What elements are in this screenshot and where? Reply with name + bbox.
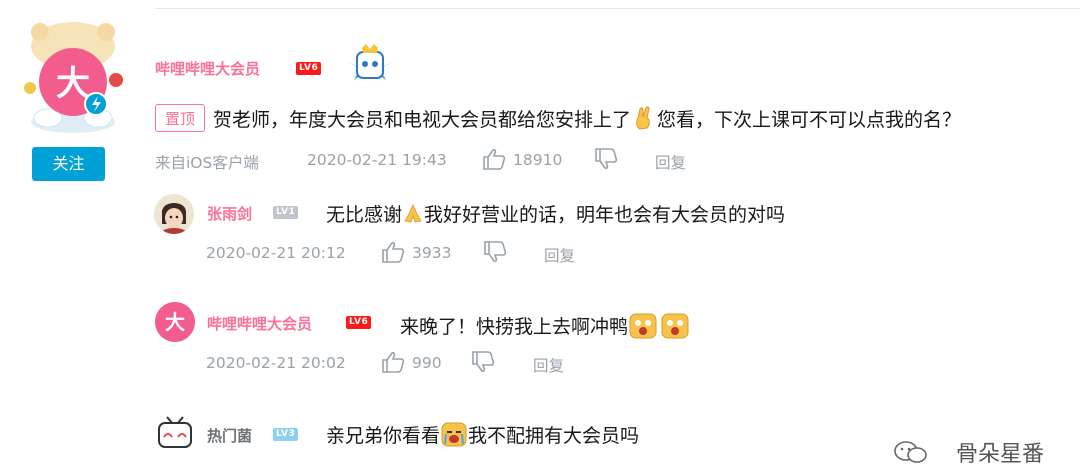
praying-hands-emoji-icon [402, 202, 424, 229]
reply-text-a: 来晚了！快捞我上去啊冲鸭 [400, 316, 629, 338]
reply-text-b: 我不配拥有大会员吗 [468, 425, 640, 447]
like-icon[interactable] [381, 351, 405, 377]
main-username[interactable]: 哔哩哔哩大会员 [155, 58, 260, 79]
reply-username[interactable]: 张雨剑 [207, 203, 252, 224]
reply-button[interactable]: 回复 [655, 151, 686, 173]
main-user-avatar[interactable]: 大 [18, 18, 128, 136]
reply-avatar-hot[interactable] [155, 413, 195, 453]
dislike-icon[interactable] [594, 148, 618, 174]
reply-text: 无比感谢 我好好营业的话，明年也会有大会员的对吗 [326, 200, 785, 229]
pinned-badge: 置顶 [155, 104, 205, 132]
like-count: 3933 [412, 244, 452, 262]
reply-username[interactable]: 哔哩哔哩大会员 [207, 313, 312, 334]
main-comment-text-b: 您看，下次上课可不可以点我的名？ [657, 109, 962, 131]
reply-button[interactable]: 回复 [533, 354, 564, 376]
reply-text: 亲兄弟你看看 我不配拥有大会员吗 [326, 420, 639, 453]
reply-text-b: 我好好营业的话，明年也会有大会员的对吗 [424, 204, 786, 226]
follow-button[interactable]: 关注 [32, 147, 105, 181]
reply-button[interactable]: 回复 [544, 244, 575, 266]
avatar-char: 大 [165, 310, 185, 334]
vip-mascot-icon [344, 42, 396, 92]
reply-text-a: 亲兄弟你看看 [326, 425, 441, 447]
like-icon[interactable] [381, 241, 405, 267]
main-comment-text-a: 贺老师，年度大会员和电视大会员都给您安排上了 [213, 109, 632, 131]
reply-username[interactable]: 热门菌 [207, 425, 252, 446]
crying-tv-emoji-icon [440, 420, 468, 453]
level-badge: LV3 [273, 428, 299, 441]
timestamp: 2020-02-21 20:12 [206, 244, 346, 262]
avatar-char: 大 [56, 64, 90, 104]
source-label: 来自iOS客户端 [155, 154, 259, 172]
top-divider [155, 8, 1080, 9]
reply-text-a: 无比感谢 [326, 204, 403, 226]
watermark-text: 骨朵星番 [955, 442, 1044, 467]
like-count: 990 [412, 354, 442, 372]
reply-avatar-vip[interactable]: 大 [155, 302, 195, 342]
level-badge: LV6 [296, 62, 322, 75]
level-badge: LV6 [346, 316, 372, 329]
like-count: 18910 [513, 151, 563, 169]
reply-avatar-zhang[interactable] [154, 194, 194, 234]
shocked-tv-emoji-icon [628, 310, 690, 345]
timestamp: 2020-02-21 19:43 [307, 151, 447, 169]
fingers-crossed-emoji-icon [631, 105, 657, 136]
main-comment-text: 贺老师，年度大会员和电视大会员都给您安排上了 您看，下次上课可不可以点我的名？ [213, 105, 961, 136]
level-badge: LV1 [273, 206, 299, 219]
dislike-icon[interactable] [471, 351, 495, 377]
dislike-icon[interactable] [483, 241, 507, 267]
reply-text: 来晚了！快捞我上去啊冲鸭 [400, 310, 690, 345]
timestamp: 2020-02-21 20:02 [206, 354, 346, 372]
like-icon[interactable] [482, 148, 506, 174]
